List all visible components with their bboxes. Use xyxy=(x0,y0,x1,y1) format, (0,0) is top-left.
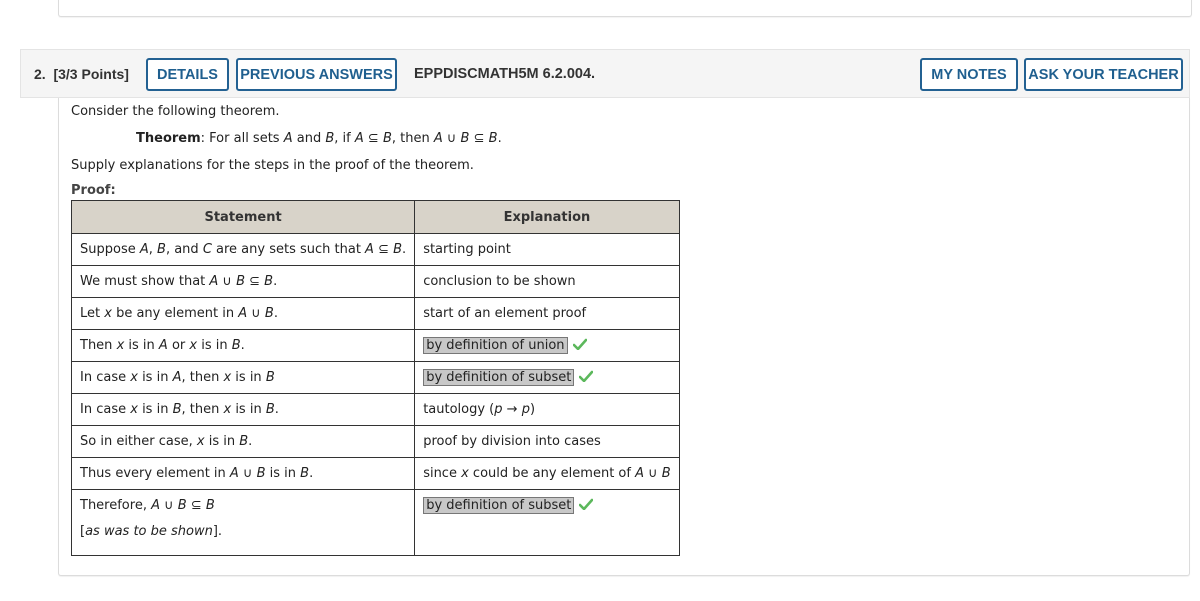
table-row: So in either case, x is in B. proof by di… xyxy=(70,425,680,458)
previous-question-card xyxy=(58,0,1192,17)
theorem-label: Theorem xyxy=(136,131,201,146)
question-code: EPPDISCMATH5M 6.2.004. xyxy=(414,66,596,82)
checkmark-icon xyxy=(579,370,594,386)
header-statement: Statement xyxy=(70,200,416,234)
header-explanation: Explanation xyxy=(414,200,680,234)
table-row: We must show that A ∪ B ⊆ B. conclusion t… xyxy=(70,265,680,298)
explanation-cell[interactable]: by definition of subset xyxy=(414,489,680,556)
statement-cell: We must show that A ∪ B ⊆ B. xyxy=(70,265,416,298)
statement-text: Therefore, A ∪ B ⊆ B xyxy=(80,498,215,513)
explanation-cell[interactable]: by definition of subset xyxy=(414,361,680,394)
points-label: [3/3 Points] xyxy=(53,66,129,82)
checkmark-icon xyxy=(579,498,594,514)
statement-text-continued: [as was to be shown]. xyxy=(80,524,223,539)
table-row: Therefore, A ∪ B ⊆ B [as was to be shown]… xyxy=(70,489,680,556)
theorem-text: : For all sets A and B, if A ⊆ B, then A… xyxy=(200,131,502,146)
statement-cell: Thus every element in A ∪ B is in B. xyxy=(70,457,416,490)
statement-text: Thus every element in A ∪ B is in B. xyxy=(80,466,314,481)
my-notes-button[interactable]: MY NOTES xyxy=(920,58,1018,91)
details-button[interactable]: DETAILS xyxy=(146,58,229,91)
table-row: Let x be any element in A ∪ B. start of a… xyxy=(70,297,680,330)
explanation-cell: proof by division into cases xyxy=(414,425,680,458)
answer-field[interactable]: by definition of subset xyxy=(423,497,575,514)
instructions-text: Supply explanations for the steps in the… xyxy=(71,158,474,173)
table-row: Thus every element in A ∪ B is in B. sinc… xyxy=(70,457,680,490)
table-row: Suppose A, B, and C are any sets such th… xyxy=(70,233,680,266)
statement-text: Let x be any element in A ∪ B. xyxy=(80,306,278,321)
explanation-text: start of an element proof xyxy=(423,306,587,321)
previous-answers-button[interactable]: PREVIOUS ANSWERS xyxy=(236,58,397,91)
statement-text: Then x is in A or x is in B. xyxy=(80,338,245,353)
statement-text: In case x is in A, then x is in B xyxy=(80,370,275,385)
explanation-text: conclusion to be shown xyxy=(423,274,576,289)
proof-label: Proof: xyxy=(71,183,116,198)
table-row: In case x is in A, then x is in B by defi… xyxy=(70,361,680,394)
answer-field[interactable]: by definition of subset xyxy=(423,369,575,386)
statement-cell: In case x is in A, then x is in B xyxy=(70,361,416,394)
statement-cell: Then x is in A or x is in B. xyxy=(70,329,416,362)
explanation-cell: conclusion to be shown xyxy=(414,265,680,298)
statement-text: Suppose A, B, and C are any sets such th… xyxy=(80,242,407,257)
explanation-cell[interactable]: by definition of union xyxy=(414,329,680,362)
answer-field[interactable]: by definition of union xyxy=(423,337,568,354)
statement-cell: Suppose A, B, and C are any sets such th… xyxy=(70,233,416,266)
explanation-text: tautology (p → p) xyxy=(423,402,536,417)
explanation-text: starting point xyxy=(423,242,511,257)
question-header: 2. [3/3 Points] DETAILS PREVIOUS ANSWERS… xyxy=(20,49,1190,98)
ask-your-teacher-button[interactable]: ASK YOUR TEACHER xyxy=(1024,58,1183,91)
question-number: 2. [3/3 Points] xyxy=(34,66,129,82)
intro-text: Consider the following theorem. xyxy=(71,104,280,119)
explanation-text: proof by division into cases xyxy=(423,434,601,449)
statement-text: We must show that A ∪ B ⊆ B. xyxy=(80,274,278,289)
statement-text: In case x is in B, then x is in B. xyxy=(80,402,279,417)
explanation-cell: start of an element proof xyxy=(414,297,680,330)
checkmark-icon xyxy=(572,338,587,354)
explanation-cell: starting point xyxy=(414,233,680,266)
proof-table: Statement Explanation Suppose A, B, and … xyxy=(70,200,680,556)
statement-text: So in either case, x is in B. xyxy=(80,434,253,449)
statement-cell: In case x is in B, then x is in B. xyxy=(70,393,416,426)
explanation-cell: since x could be any element of A ∪ B xyxy=(414,457,680,490)
statement-cell: Let x be any element in A ∪ B. xyxy=(70,297,416,330)
table-row: Then x is in A or x is in B. by definitio… xyxy=(70,329,680,362)
explanation-cell: tautology (p → p) xyxy=(414,393,680,426)
statement-cell: Therefore, A ∪ B ⊆ B [as was to be shown]… xyxy=(70,489,416,556)
theorem: Theorem: For all sets A and B, if A ⊆ B,… xyxy=(136,131,502,146)
explanation-text: since x could be any element of A ∪ B xyxy=(423,466,671,481)
table-row: In case x is in B, then x is in B. tautol… xyxy=(70,393,680,426)
statement-cell: So in either case, x is in B. xyxy=(70,425,416,458)
table-header-row: Statement Explanation xyxy=(70,200,680,234)
